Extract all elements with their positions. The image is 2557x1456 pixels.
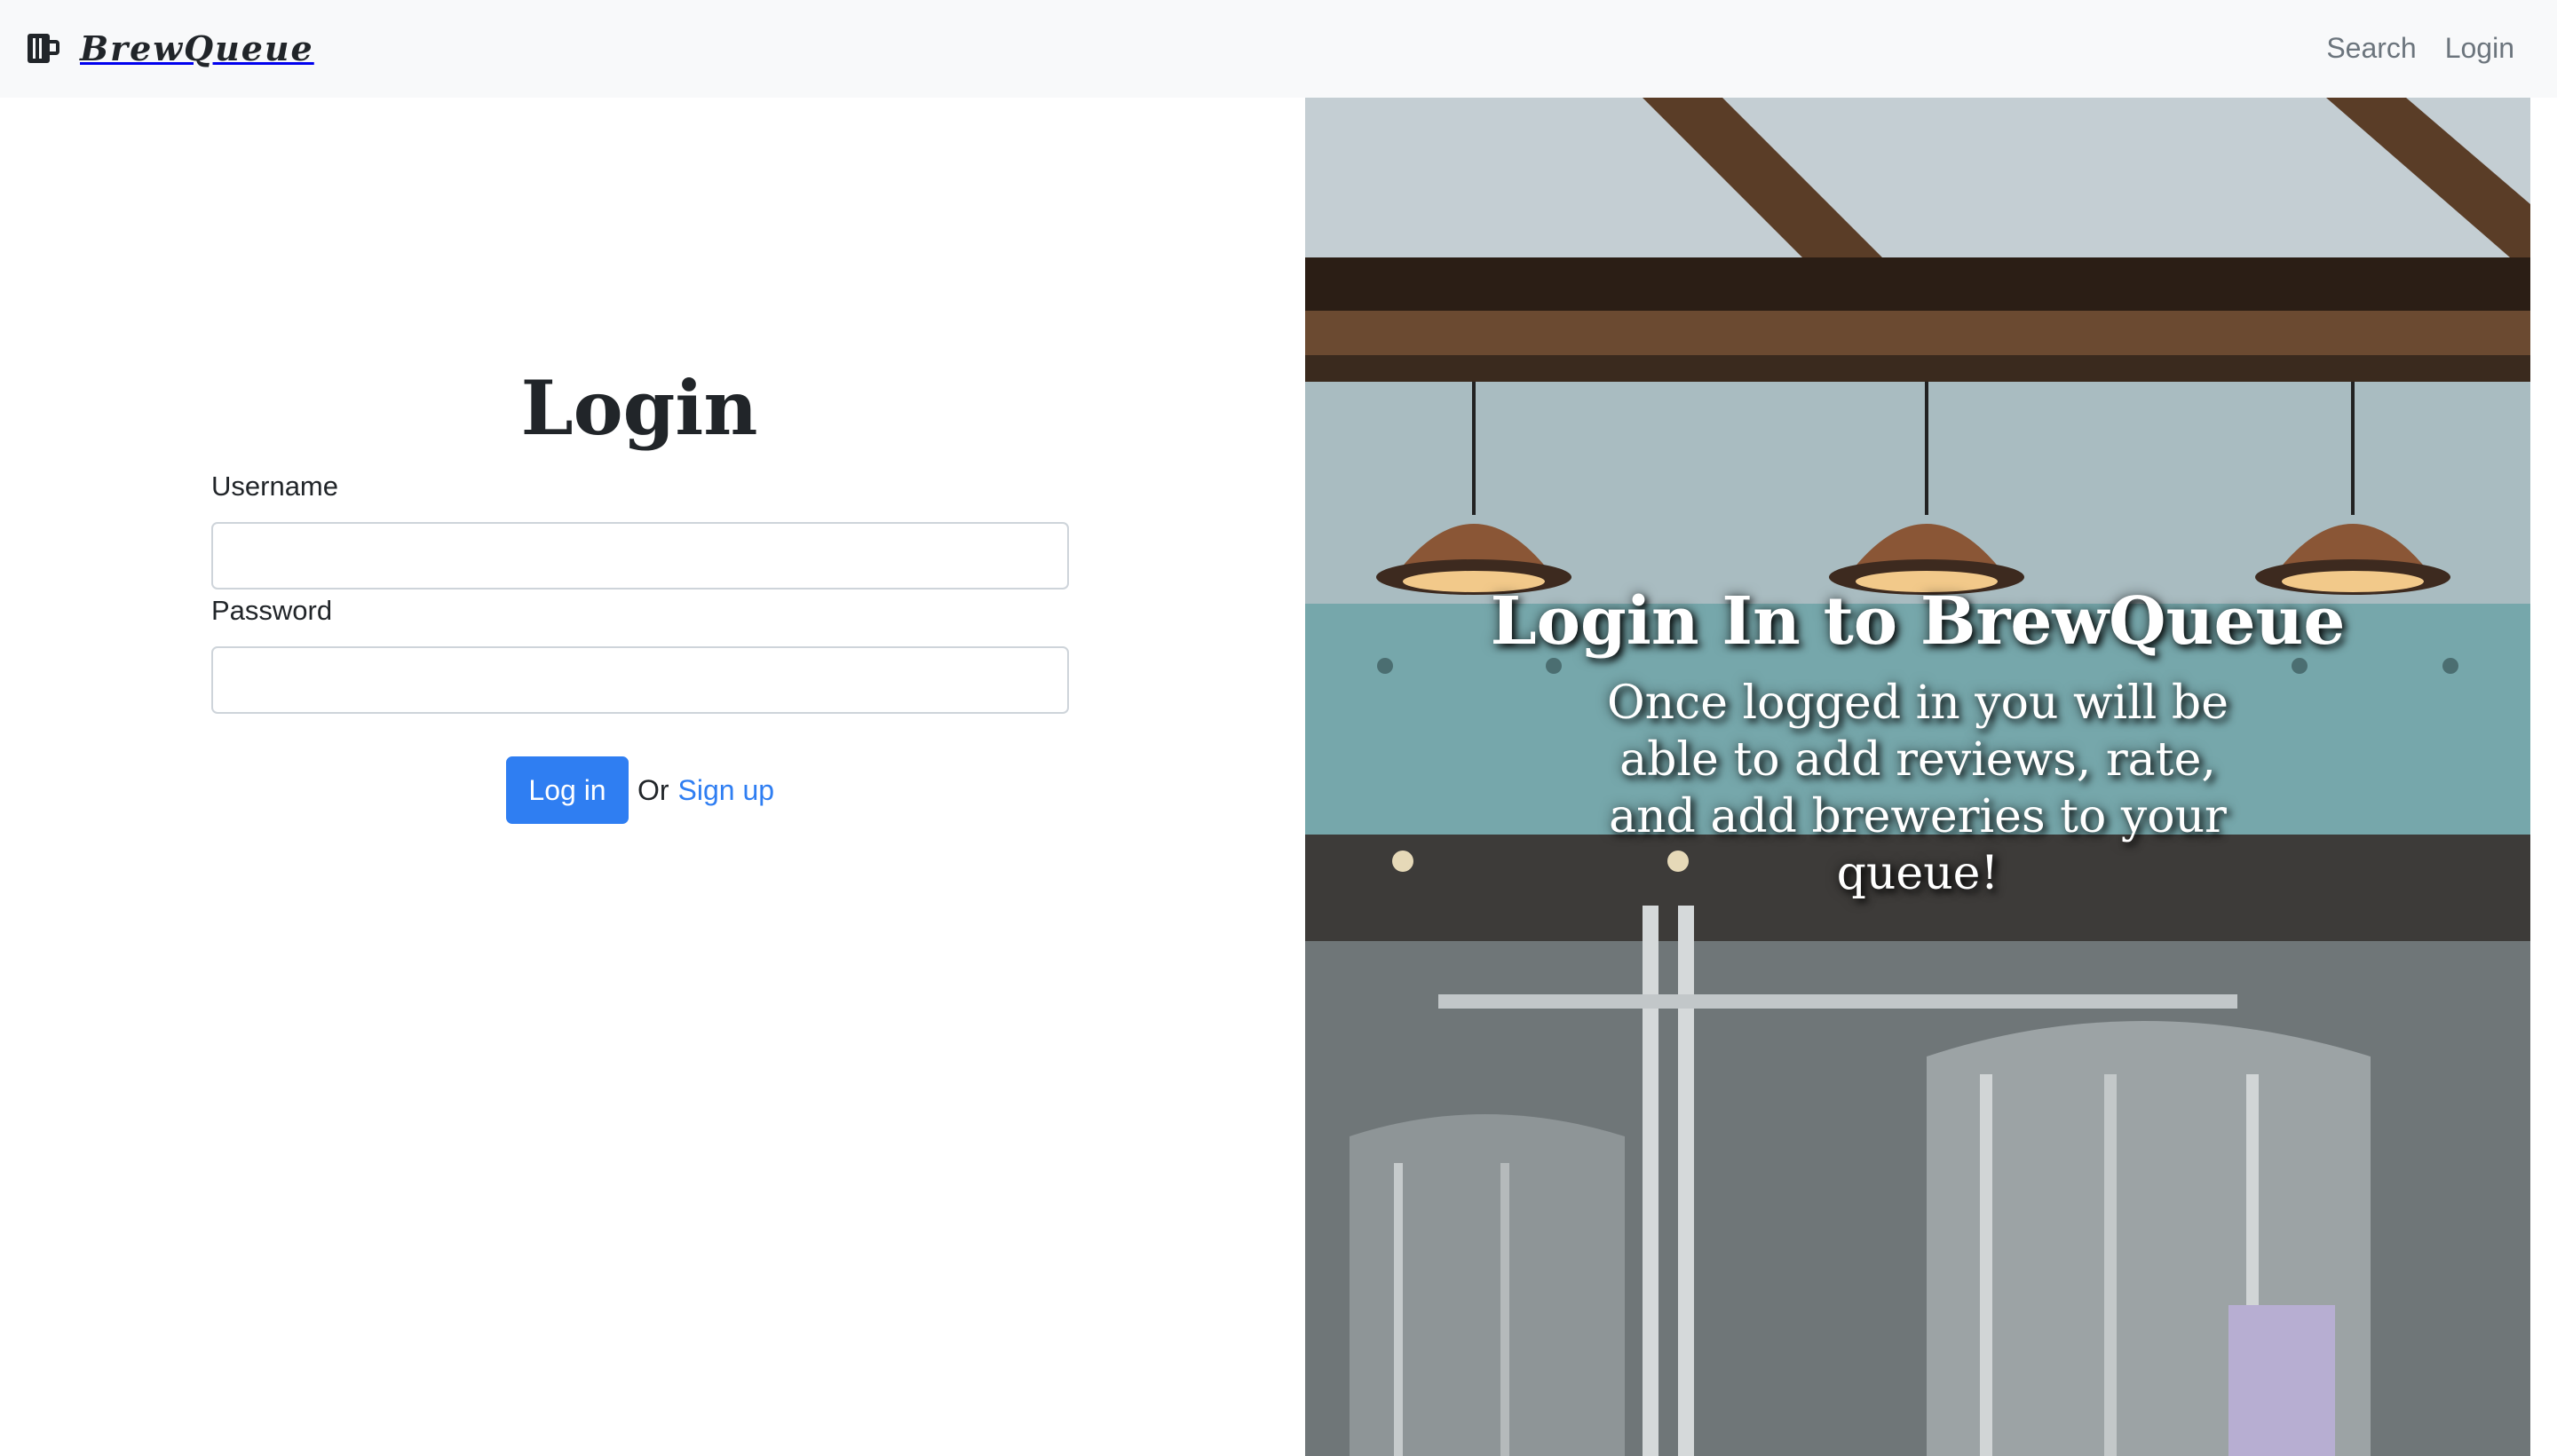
brand-link[interactable]: BrewQueue <box>27 21 314 75</box>
or-text: Or <box>637 773 669 806</box>
password-input[interactable] <box>211 646 1069 714</box>
hero-image-panel: Login In to BrewQueue Once logged in you… <box>1305 98 2530 1456</box>
nav-links: Search Login <box>2326 27 2514 69</box>
hero-title: Login In to BrewQueue <box>1490 583 2346 660</box>
page-title: Login <box>520 364 758 452</box>
username-input[interactable] <box>211 522 1069 590</box>
nav-link-search[interactable]: Search <box>2326 27 2416 69</box>
brand-name: BrewQueue <box>80 28 314 68</box>
username-label: Username <box>211 471 338 502</box>
password-label: Password <box>211 595 333 626</box>
beer-mug-icon <box>27 31 60 65</box>
navbar: BrewQueue Search Login <box>0 0 2557 98</box>
hero-text: Login In to BrewQueue Once logged in you… <box>1305 577 2530 902</box>
signup-link[interactable]: Sign up <box>678 774 775 807</box>
hero-subtitle: Once logged in you will be able to add r… <box>1607 677 2228 900</box>
nav-link-login[interactable]: Login <box>2445 27 2514 69</box>
login-button[interactable]: Log in <box>506 756 629 824</box>
form-actions: Log in Or Sign up <box>506 756 774 824</box>
